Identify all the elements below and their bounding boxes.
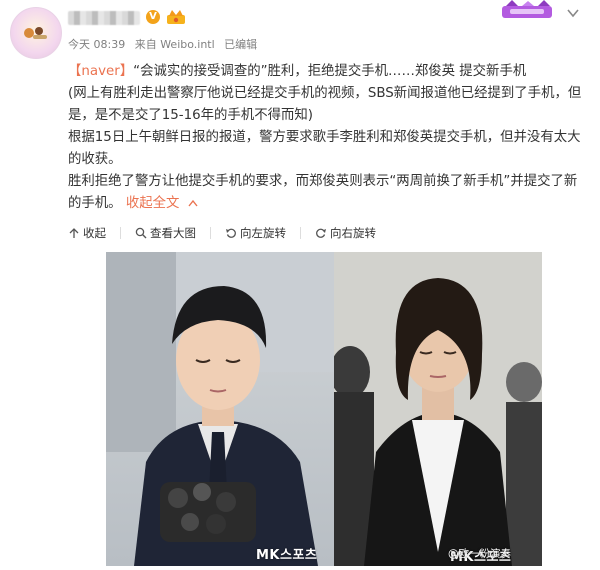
rotate-right-icon: [316, 228, 326, 238]
view-large-label: 查看大图: [150, 226, 196, 240]
chevron-down-icon[interactable]: [566, 6, 580, 20]
post-content: 【naver】“会诚实的接受调查的”胜利，拒绝提交手机……郑俊英 提交新手机 (…: [68, 61, 588, 215]
rotate-left-button[interactable]: 向左旋转: [225, 225, 286, 241]
media-actions: 收起 查看大图 向左旋转 向右旋转: [68, 225, 376, 241]
collapse-button-label: 收起: [83, 226, 106, 240]
photo-left[interactable]: MK스포츠: [106, 252, 334, 566]
post-header: V 今天 08:39 来自 Weibo.intl 已编辑: [0, 0, 600, 60]
rotate-right-button[interactable]: 向右旋转: [315, 225, 376, 241]
rotate-left-icon: [226, 228, 236, 238]
decoration-badge-icon: [502, 0, 552, 18]
edited-label[interactable]: 已编辑: [224, 38, 257, 51]
view-large-button[interactable]: 查看大图: [135, 225, 196, 241]
photo-right[interactable]: MK스포츠: [334, 252, 542, 566]
rotate-right-label: 向右旋转: [330, 226, 376, 240]
content-line-3: 根据15日上午朝鲜日报的报道，警方要求歌手李胜利和郑俊英提交手机，但并没有太大的…: [68, 130, 581, 167]
photo-left-watermark: MK스포츠: [256, 548, 318, 563]
collapse-text-link[interactable]: 收起全文: [126, 196, 198, 211]
verified-badge-icon: V: [146, 10, 160, 24]
rotate-left-label: 向左旋转: [240, 226, 286, 240]
divider: [120, 227, 121, 239]
divider: [210, 227, 211, 239]
collapse-text-label[interactable]: 收起全文: [126, 196, 180, 211]
weibo-watermark: @欧一粉演奏: [448, 548, 511, 560]
content-line-4: 胜利拒绝了警方让他提交手机的要求，而郑俊英则表示“两周前换了新手机”并提交了新的…: [68, 171, 588, 215]
crown-icon: [167, 10, 185, 24]
username-blurred[interactable]: [68, 11, 140, 25]
content-line-1: 【naver】“会诚实的接受调查的”胜利，拒绝提交手机……郑俊英 提交新手机: [68, 61, 588, 83]
collapse-button[interactable]: 收起: [68, 225, 106, 241]
content-line-2: (网上有胜利走出警察厅他说已经提交手机的视频，SBS新闻报道他已经提到了手机，但…: [68, 86, 582, 123]
arrow-up-icon: [69, 228, 79, 238]
divider: [300, 227, 301, 239]
photo-right-illustration: [334, 252, 542, 566]
chevron-up-icon[interactable]: [188, 199, 198, 207]
naver-tag[interactable]: 【naver】: [68, 64, 133, 79]
post-source: 来自 Weibo.intl: [134, 38, 215, 51]
post-meta: 今天 08:39 来自 Weibo.intl 已编辑: [68, 36, 263, 52]
avatar[interactable]: [10, 7, 62, 59]
avatar-mark-icon: [24, 27, 47, 39]
photo-left-illustration: [106, 252, 334, 566]
content-headline: “会诚实的接受调查的”胜利，拒绝提交手机……郑俊英 提交新手机: [133, 64, 527, 79]
magnifier-icon: [135, 227, 147, 239]
post-time[interactable]: 今天 08:39: [68, 38, 125, 51]
